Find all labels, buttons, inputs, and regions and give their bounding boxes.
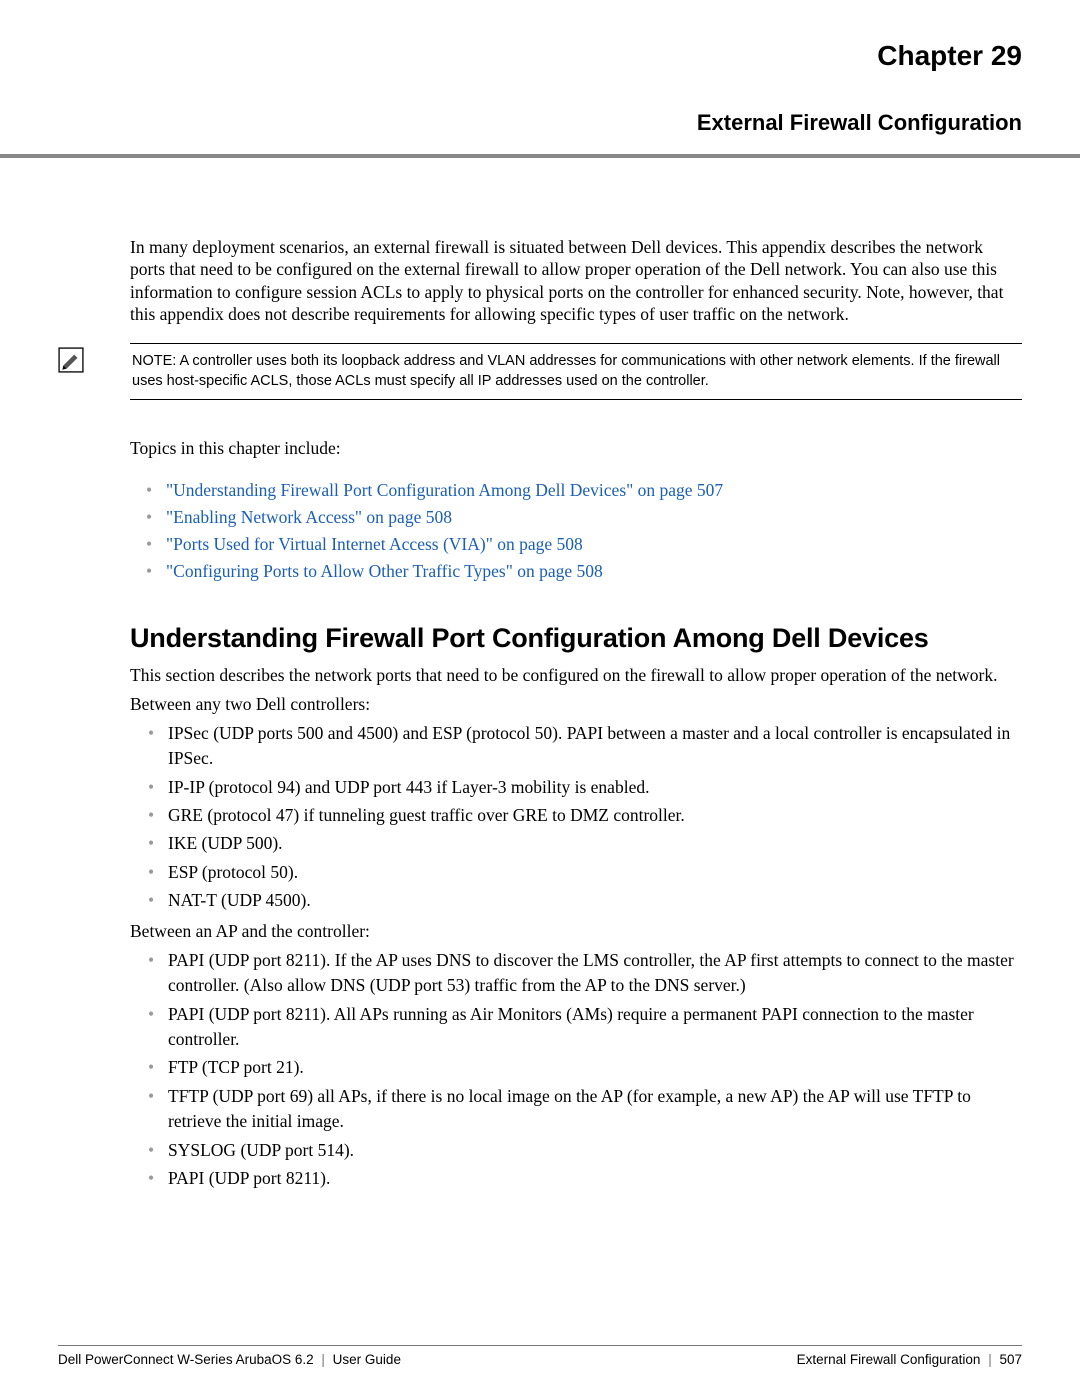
- list-item: GRE (protocol 47) if tunneling guest tra…: [148, 803, 1022, 828]
- topic-link[interactable]: "Enabling Network Access" on page 508: [166, 507, 452, 527]
- topic-link[interactable]: "Ports Used for Virtual Internet Access …: [166, 534, 583, 554]
- topic-link[interactable]: "Configuring Ports to Allow Other Traffi…: [166, 561, 603, 581]
- title-rule: [0, 154, 1080, 158]
- page-footer: Dell PowerConnect W-Series ArubaOS 6.2 |…: [58, 1345, 1022, 1367]
- section-intro: This section describes the network ports…: [130, 664, 1022, 686]
- ap-list: PAPI (UDP port 8211). If the AP uses DNS…: [148, 948, 1022, 1191]
- topics-lead: Topics in this chapter include:: [130, 438, 1022, 459]
- chapter-label: Chapter 29: [130, 40, 1022, 72]
- footer-separator: |: [317, 1352, 329, 1367]
- ap-lead: Between an AP and the controller:: [130, 920, 1022, 942]
- list-item: PAPI (UDP port 8211). All APs running as…: [148, 1002, 1022, 1053]
- intro-paragraph: In many deployment scenarios, an externa…: [130, 236, 1022, 326]
- list-item: PAPI (UDP port 8211). If the AP uses DNS…: [148, 948, 1022, 999]
- controllers-list: IPSec (UDP ports 500 and 4500) and ESP (…: [148, 721, 1022, 914]
- section-heading: Understanding Firewall Port Configuratio…: [130, 623, 1022, 654]
- note-box: NOTE: A controller uses both its loopbac…: [130, 343, 1022, 400]
- list-item: ESP (protocol 50).: [148, 860, 1022, 885]
- controllers-lead: Between any two Dell controllers:: [130, 693, 1022, 715]
- chapter-title: External Firewall Configuration: [130, 110, 1022, 136]
- list-item: IKE (UDP 500).: [148, 831, 1022, 856]
- footer-product: Dell PowerConnect W-Series ArubaOS 6.2: [58, 1352, 314, 1367]
- list-item: TFTP (UDP port 69) all APs, if there is …: [148, 1084, 1022, 1135]
- list-item: IP-IP (protocol 94) and UDP port 443 if …: [148, 775, 1022, 800]
- footer-doc-type: User Guide: [333, 1352, 401, 1367]
- list-item: SYSLOG (UDP port 514).: [148, 1138, 1022, 1163]
- list-item: PAPI (UDP port 8211).: [148, 1166, 1022, 1191]
- topic-link-list: "Understanding Firewall Port Configurati…: [148, 477, 1022, 586]
- footer-page-number: 507: [999, 1352, 1022, 1367]
- list-item: IPSec (UDP ports 500 and 4500) and ESP (…: [148, 721, 1022, 772]
- footer-section: External Firewall Configuration: [797, 1352, 981, 1367]
- list-item: FTP (TCP port 21).: [148, 1055, 1022, 1080]
- note-icon: [58, 347, 84, 373]
- list-item: NAT-T (UDP 4500).: [148, 888, 1022, 913]
- footer-separator: |: [984, 1352, 996, 1367]
- topic-link[interactable]: "Understanding Firewall Port Configurati…: [166, 480, 723, 500]
